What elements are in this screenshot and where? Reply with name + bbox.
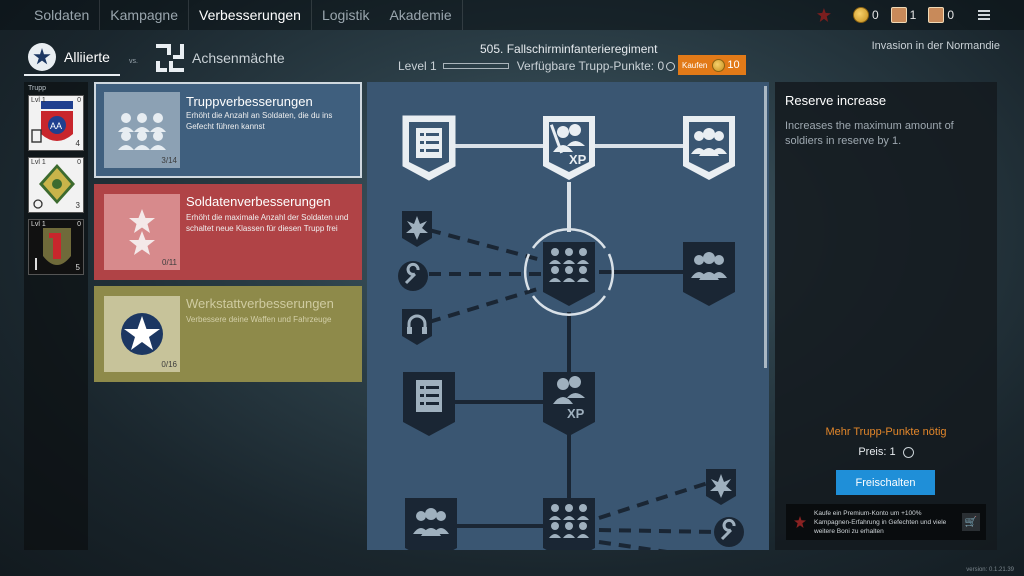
- allied-roundel-icon: 0/16: [104, 296, 180, 372]
- rank-medal-icon[interactable]: [816, 8, 831, 22]
- category-title: Truppverbesserungen: [186, 94, 313, 109]
- svg-text:XP: XP: [569, 152, 587, 167]
- top-nav: Soldaten Kampagne Verbesserungen Logisti…: [0, 0, 1024, 30]
- gold-coin-icon: [852, 7, 869, 23]
- level-row: Level 1 Verfügbare Trupp-Punkte: 0: [398, 57, 676, 75]
- tree-node-radio[interactable]: [401, 308, 433, 346]
- category-desc: Erhöht die maximale Anzahl der Soldaten …: [186, 213, 349, 233]
- price-row: Preis: 1: [775, 446, 997, 458]
- tree-node-explosive-bottom[interactable]: [705, 468, 737, 506]
- need-more-points: Mehr Trupp-Punkte nötig: [825, 426, 947, 438]
- buy-label: Kaufen: [682, 60, 708, 70]
- coins-resource[interactable]: 0: [852, 7, 879, 23]
- category-desc: Verbessere deine Waffen und Fahrzeuge: [186, 315, 332, 324]
- category-title: Soldatenverbesserungen: [186, 194, 331, 209]
- premium-offer[interactable]: Kaufe ein Premium-Konto um +100% Kampagn…: [786, 504, 986, 540]
- level-label: Level 1: [398, 59, 437, 73]
- squad-points: 0: [77, 221, 81, 228]
- category-progress: 0/16: [161, 360, 177, 369]
- category-title: Werkstattverbesserungen: [186, 296, 334, 311]
- tree-node-xp-boost[interactable]: XP: [541, 114, 597, 182]
- squad-count: 5: [75, 263, 80, 272]
- squad-point-icon: [902, 446, 914, 458]
- iron-cross-icon: [156, 44, 184, 72]
- tree-node-xp-locked[interactable]: XP: [541, 370, 597, 438]
- nav-kampagne[interactable]: Kampagne: [100, 0, 189, 30]
- cards-b-count: 0: [947, 8, 954, 22]
- upgrade-tree: XP XP: [367, 82, 769, 550]
- card-pack-icon: [928, 7, 945, 23]
- axis-label: Achsenmächte: [192, 50, 285, 66]
- premium-medal-icon: [794, 516, 806, 528]
- cart-icon[interactable]: 🛒: [962, 513, 980, 531]
- tree-node-soldiers[interactable]: [681, 114, 737, 182]
- category-workshop-upgrades[interactable]: 0/16 Werkstattverbesserungen Verbessere …: [94, 286, 362, 382]
- allied-label: Alliierte: [64, 49, 110, 65]
- buy-points-button[interactable]: Kaufen 10: [678, 55, 746, 75]
- squad-count: 3: [75, 201, 80, 210]
- allied-star-icon: [28, 43, 56, 71]
- detail-title: Reserve increase: [785, 93, 887, 108]
- nav-akademie[interactable]: Akademie: [379, 0, 463, 30]
- category-progress: 3/14: [161, 156, 177, 165]
- menu-icon[interactable]: [978, 10, 990, 20]
- nav-soldaten[interactable]: Soldaten: [0, 0, 101, 30]
- nav-logistik[interactable]: Logistik: [312, 0, 379, 30]
- tree-node-explosive[interactable]: [401, 210, 433, 248]
- premium-text: Kaufe ein Premium-Konto um +100% Kampagn…: [814, 510, 947, 535]
- squad-title: Trupp: [28, 85, 47, 92]
- squad-card-ivy[interactable]: Lvl 1 0 3: [28, 157, 84, 213]
- vs-label: vs.: [129, 58, 138, 65]
- version-label: version: 0.1.21.39: [966, 567, 1014, 573]
- resource-bar: 0 1 0: [816, 0, 1024, 30]
- campaign-name: Invasion in der Normandie: [871, 40, 1000, 52]
- detail-panel: Reserve increase Increases the maximum a…: [775, 82, 997, 550]
- tree-node-reserve-increase[interactable]: [541, 240, 597, 308]
- squad-card-airborne[interactable]: AA Lvl 1 0 4: [28, 95, 84, 151]
- tab-axis[interactable]: Achsenmächte: [156, 40, 285, 76]
- cards-a-resource[interactable]: 1: [890, 7, 917, 23]
- coins-count: 0: [871, 8, 879, 22]
- cards-b-resource[interactable]: 0: [928, 7, 954, 23]
- squad-points: 0: [77, 97, 81, 104]
- regiment-name: 505. Fallschirminfanterieregiment: [480, 42, 658, 56]
- squad-count: 4: [75, 139, 80, 148]
- gold-coin-icon: [712, 58, 726, 72]
- svg-text:XP: XP: [567, 406, 585, 421]
- tree-node-soldiers-bottom[interactable]: [403, 496, 459, 550]
- nav-verbesserungen[interactable]: Verbesserungen: [189, 0, 312, 30]
- squad-level: Lvl 1: [31, 221, 46, 228]
- squad-card-bigred[interactable]: Lvl 1 0 5: [28, 219, 84, 275]
- price-label: Preis: 1: [858, 446, 896, 458]
- squad-points: 0: [77, 159, 81, 166]
- category-progress: 0/11: [162, 258, 177, 267]
- detail-desc: Increases the maximum amount of soldiers…: [785, 120, 954, 147]
- svg-text:AA: AA: [50, 121, 62, 131]
- category-troop-upgrades[interactable]: 3/14 Truppverbesserungen Erhöht die Anza…: [94, 82, 362, 178]
- soldiers-group-icon: 3/14: [104, 92, 180, 168]
- squad-panel: Trupp AA Lvl 1 0 4 Lvl 1 0 3 Lvl 1 0 5: [24, 82, 88, 550]
- tree-node-barracks-locked[interactable]: [401, 370, 457, 438]
- category-desc: Erhöht die Anzahl an Soldaten, die du in…: [186, 111, 333, 131]
- tree-node-reserve-bottom[interactable]: [541, 496, 597, 550]
- tree-node-barracks[interactable]: [401, 114, 457, 182]
- tree-node-wrench-bottom[interactable]: [713, 516, 745, 548]
- unlock-button[interactable]: Freischalten: [836, 470, 935, 495]
- cards-a-count: 1: [909, 8, 917, 22]
- level-progress-bar: [442, 63, 509, 69]
- squad-level: Lvl 1: [31, 159, 46, 166]
- tree-node-wrench[interactable]: [397, 260, 429, 292]
- tree-scrollbar[interactable]: [764, 86, 767, 368]
- tree-node-soldiers-locked[interactable]: [681, 240, 737, 308]
- squad-level: Lvl 1: [31, 97, 46, 104]
- unlock-label: Freischalten: [855, 476, 916, 489]
- rank-stars-icon: 0/11: [104, 194, 180, 270]
- squad-point-icon: [666, 61, 676, 71]
- card-pack-icon: [890, 7, 907, 23]
- tab-allied[interactable]: Alliierte: [24, 40, 120, 76]
- squad-points-label: Verfügbare Trupp-Punkte: 0: [516, 59, 665, 73]
- category-soldier-upgrades[interactable]: 0/11 Soldatenverbesserungen Erhöht die m…: [94, 184, 362, 280]
- buy-cost: 10: [727, 59, 740, 71]
